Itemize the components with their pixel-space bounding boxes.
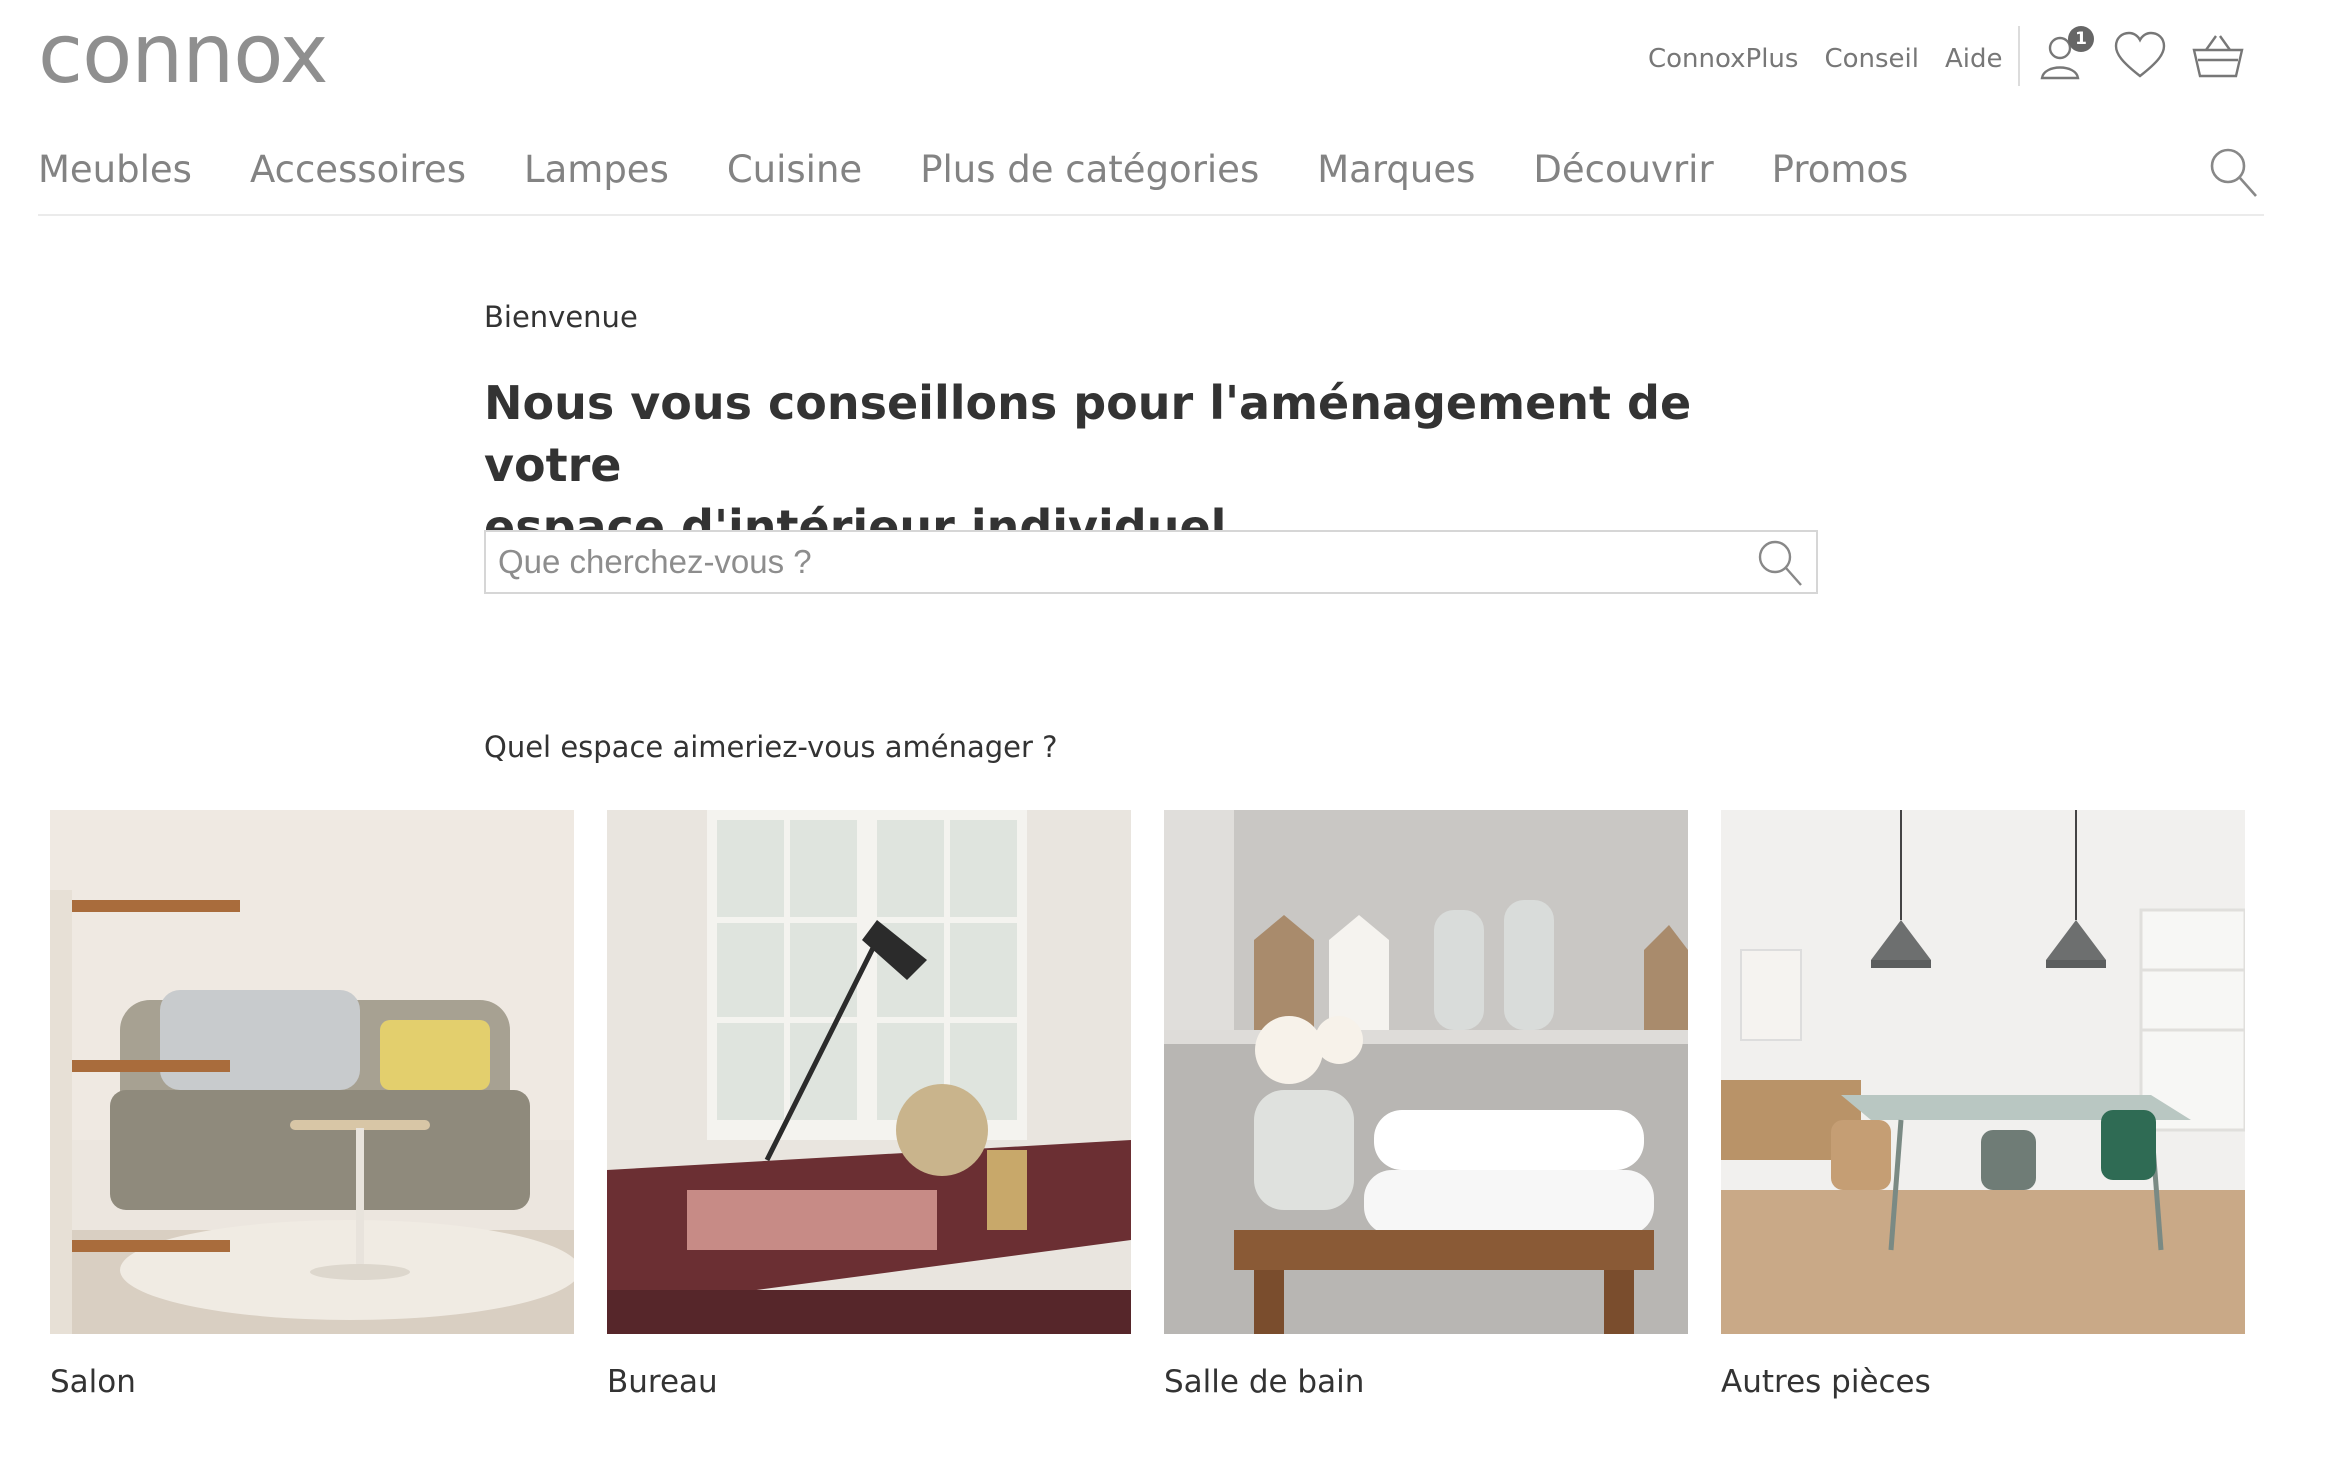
nav-meubles[interactable]: Meubles xyxy=(38,148,192,192)
utility-divider xyxy=(2018,26,2020,86)
bureau-image[interactable] xyxy=(607,810,1131,1334)
nav-plus-de-categories[interactable]: Plus de catégories xyxy=(920,148,1259,192)
account-badge: 1 xyxy=(2068,26,2094,52)
search-icon xyxy=(1758,540,1802,586)
search-icon xyxy=(2210,148,2257,197)
aide-link[interactable]: Aide xyxy=(1945,42,2003,76)
nav-accessoires[interactable]: Accessoires xyxy=(250,148,466,192)
room-card-autres-pieces[interactable]: Autres pièces xyxy=(1721,810,2245,1400)
nav-marques[interactable]: Marques xyxy=(1317,148,1475,192)
basket-button[interactable] xyxy=(2190,28,2246,84)
autres-pieces-label[interactable]: Autres pièces xyxy=(1721,1364,2245,1400)
account-button[interactable]: 1 xyxy=(2036,26,2094,84)
search-bar xyxy=(484,530,1818,594)
room-card-salle-de-bain[interactable]: Salle de bain xyxy=(1164,810,1688,1400)
nav-cuisine[interactable]: Cuisine xyxy=(727,148,862,192)
salon-image[interactable] xyxy=(50,810,574,1334)
room-card-salon[interactable]: Salon xyxy=(50,810,574,1400)
utility-nav: ConnoxPlus Conseil Aide xyxy=(1648,42,2003,76)
wishlist-button[interactable] xyxy=(2112,28,2168,84)
bureau-label[interactable]: Bureau xyxy=(607,1364,1131,1400)
connox-logo[interactable]: connox xyxy=(38,14,328,96)
nav-decouvrir[interactable]: Découvrir xyxy=(1533,148,1713,192)
heart-icon xyxy=(2114,31,2166,78)
basket-icon xyxy=(2192,35,2244,78)
connoxplus-link[interactable]: ConnoxPlus xyxy=(1648,42,1798,76)
nav-search-button[interactable] xyxy=(2208,146,2260,200)
rooms-question: Quel espace aimeriez-vous aménager ? xyxy=(484,730,1058,764)
headline-line-1: Nous vous conseillons pour l'aménagement… xyxy=(484,376,1692,492)
main-nav: Meubles Accessoires Lampes Cuisine Plus … xyxy=(38,148,1908,192)
search-submit-button[interactable] xyxy=(1756,538,1804,588)
autres-pieces-image[interactable] xyxy=(1721,810,2245,1334)
salon-label[interactable]: Salon xyxy=(50,1364,574,1400)
salle-de-bain-image[interactable] xyxy=(1164,810,1688,1334)
salle-de-bain-label[interactable]: Salle de bain xyxy=(1164,1364,1688,1400)
nav-divider xyxy=(38,214,2264,216)
room-card-bureau[interactable]: Bureau xyxy=(607,810,1131,1400)
welcome-text: Bienvenue xyxy=(484,300,638,334)
nav-lampes[interactable]: Lampes xyxy=(524,148,669,192)
search-input[interactable] xyxy=(486,532,1760,592)
nav-promos[interactable]: Promos xyxy=(1772,148,1909,192)
conseil-link[interactable]: Conseil xyxy=(1824,42,1919,76)
